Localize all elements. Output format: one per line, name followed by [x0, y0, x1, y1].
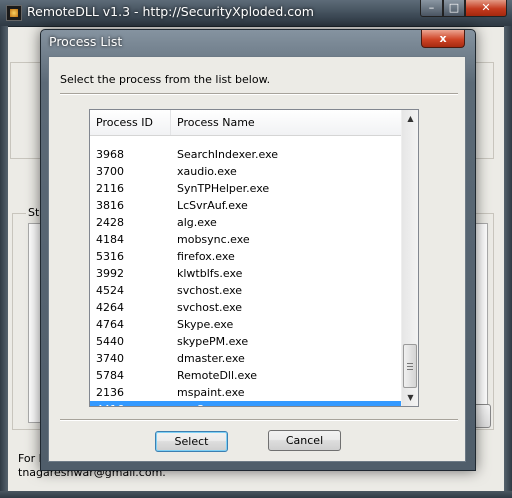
- column-header-process-name[interactable]: Process Name: [171, 110, 401, 135]
- app-icon: [6, 5, 22, 21]
- select-button[interactable]: Select: [155, 431, 228, 452]
- process-id-cell: 5316: [96, 250, 124, 263]
- process-name-cell: svchost.exe: [177, 301, 243, 314]
- table-row[interactable]: 3816 LcSvrAuf.exe: [90, 197, 401, 214]
- table-row[interactable]: 3740 dmaster.exe: [90, 350, 401, 367]
- process-name-cell: LcSvrAuf.exe: [177, 199, 248, 212]
- process-id-cell: 4524: [96, 284, 124, 297]
- process-name-cell: SearchIndexer.exe: [177, 148, 279, 161]
- vertical-scrollbar[interactable]: ▲ ▼: [401, 110, 418, 406]
- process-id-cell: 4184: [96, 233, 124, 246]
- scroll-down-arrow-icon[interactable]: ▼: [402, 389, 418, 406]
- table-row[interactable]: 3968 SearchIndexer.exe: [90, 146, 401, 163]
- process-id-cell: 3740: [96, 352, 124, 365]
- process-name-cell: dmaster.exe: [177, 352, 245, 365]
- main-window-title: RemoteDLL v1.3 - http://SecurityXploded.…: [27, 4, 314, 19]
- process-id-cell: 5784: [96, 369, 124, 382]
- process-name-cell: xaudio.exe: [177, 165, 237, 178]
- process-name-cell: firefox.exe: [177, 250, 235, 263]
- process-name-cell: alg.exe: [177, 216, 217, 229]
- table-row[interactable]: 2136 mspaint.exe: [90, 384, 401, 401]
- process-id-cell: 2428: [96, 216, 124, 229]
- process-name-cell: mspaint.exe: [177, 386, 245, 399]
- table-row[interactable]: 3992 klwtblfs.exe: [90, 265, 401, 282]
- window-frame-bottom: [0, 491, 512, 498]
- separator: [60, 93, 458, 95]
- process-id-cell: 2136: [96, 386, 124, 399]
- process-name-cell: svchost.exe: [177, 284, 243, 297]
- table-row[interactable]: 4524 svchost.exe: [90, 282, 401, 299]
- process-id-cell: 5440: [96, 335, 124, 348]
- process-id-cell: 3700: [96, 165, 124, 178]
- process-name-cell: skypePM.exe: [177, 335, 249, 348]
- table-row[interactable]: 4184 mobsync.exe: [90, 231, 401, 248]
- separator: [60, 419, 458, 421]
- process-id-cell: 2116: [96, 182, 124, 195]
- process-id-cell: 3992: [96, 267, 124, 280]
- window-frame-right: [504, 26, 512, 492]
- list-rows: 3968 SearchIndexer.exe 3700 xaudio.exe 2116 S…: [90, 136, 401, 406]
- table-row[interactable]: 3700 xaudio.exe: [90, 163, 401, 180]
- process-name-cell: klwtblfs.exe: [177, 267, 243, 280]
- maximize-button[interactable]: □: [443, 0, 465, 17]
- table-row[interactable]: 4764 Skype.exe: [90, 316, 401, 333]
- scrollbar-thumb[interactable]: [403, 344, 417, 388]
- process-id-cell: 4264: [96, 301, 124, 314]
- table-row[interactable]: 2116 SynTPHelper.exe: [90, 180, 401, 197]
- process-name-cell: RemoteDll.exe: [177, 369, 258, 382]
- table-row[interactable]: 4264 svchost.exe: [90, 299, 401, 316]
- dialog-body: Select the process from the list below. …: [48, 56, 466, 462]
- process-name-cell: mobsync.exe: [177, 233, 250, 246]
- dialog-close-button[interactable]: x: [421, 30, 465, 48]
- process-id-cell: 3968: [96, 148, 124, 161]
- table-row[interactable]: 5784 RemoteDll.exe: [90, 367, 401, 384]
- process-list-dialog: Process List x Select the process from t…: [40, 29, 476, 471]
- cancel-button[interactable]: Cancel: [268, 430, 341, 451]
- process-list[interactable]: Process ID Process Name 3968 SearchIndexe…: [89, 109, 419, 407]
- table-row[interactable]: 5440 skypePM.exe: [90, 333, 401, 350]
- process-name-cell: Skype.exe: [177, 318, 234, 331]
- table-row[interactable]: 5316 firefox.exe: [90, 248, 401, 265]
- process-name-cell: SynTPHelper.exe: [177, 182, 270, 195]
- scroll-up-arrow-icon[interactable]: ▲: [402, 110, 418, 127]
- table-row[interactable]: [90, 136, 401, 146]
- process-id-cell: 4764: [96, 318, 124, 331]
- process-name-cell: war3.exe: [177, 401, 227, 406]
- list-header: Process ID Process Name: [90, 110, 401, 136]
- minimize-button[interactable]: –: [420, 0, 443, 17]
- window-frame-left: [0, 26, 8, 492]
- dialog-title: Process List: [49, 34, 123, 49]
- process-id-cell: 3816: [96, 199, 124, 212]
- table-row[interactable]: 4416 war3.exe: [90, 401, 401, 406]
- table-row[interactable]: 2428 alg.exe: [90, 214, 401, 231]
- column-header-process-id[interactable]: Process ID: [90, 110, 171, 135]
- close-button[interactable]: ✕: [465, 0, 507, 17]
- process-id-cell: 4416: [96, 401, 124, 406]
- dialog-prompt: Select the process from the list below.: [60, 73, 271, 86]
